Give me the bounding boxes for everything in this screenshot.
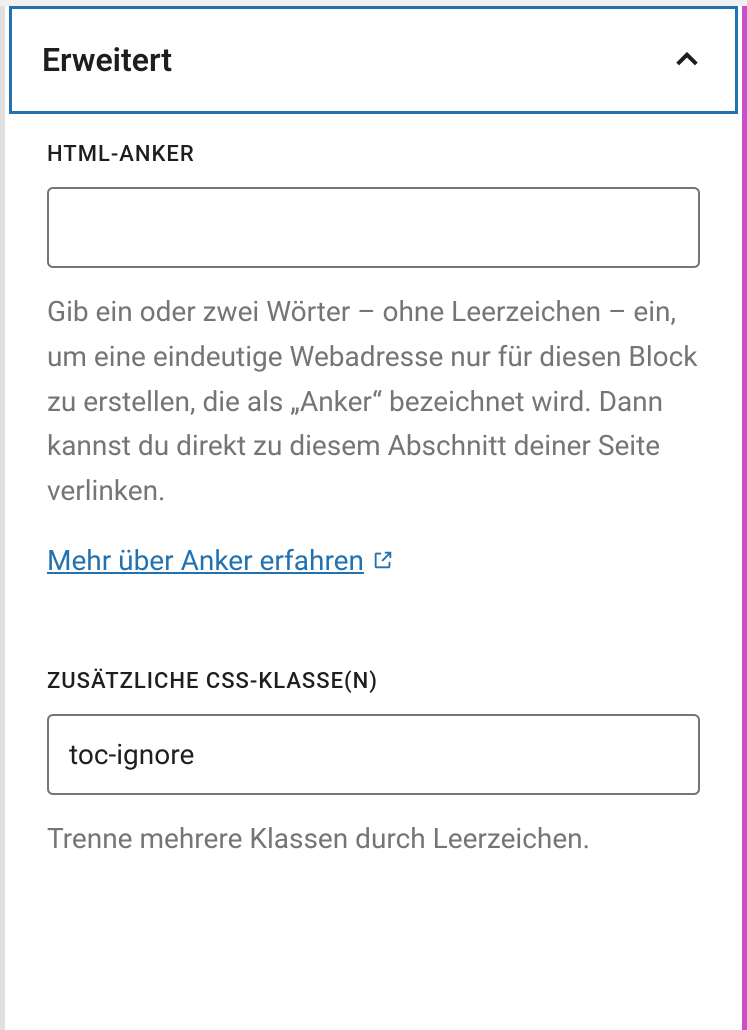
- anchor-help-text: Gib ein oder zwei Wörter – ohne Leerzeic…: [47, 290, 700, 514]
- css-help-text: Trenne mehrere Klassen durch Leerzeichen…: [47, 817, 700, 862]
- panel-header-toggle[interactable]: Erweitert: [9, 6, 738, 114]
- html-anchor-group: HTML-ANKER Gib ein oder zwei Wörter – oh…: [47, 142, 700, 633]
- link-text: Mehr über Anker erfahren: [47, 544, 364, 577]
- chevron-up-icon: [669, 42, 705, 78]
- external-link-icon: [372, 549, 394, 571]
- anchor-learn-more-link[interactable]: Mehr über Anker erfahren: [47, 544, 394, 577]
- advanced-panel: Erweitert HTML-ANKER Gib ein oder zwei W…: [0, 6, 747, 1030]
- anchor-input[interactable]: [47, 187, 700, 268]
- css-classes-group: ZUSÄTZLICHE CSS-KLASSE(N) Trenne mehrere…: [47, 669, 700, 862]
- panel-title: Erweitert: [42, 41, 172, 79]
- panel-body: HTML-ANKER Gib ein oder zwei Wörter – oh…: [5, 114, 742, 918]
- css-label: ZUSÄTZLICHE CSS-KLASSE(N): [47, 669, 700, 694]
- css-input[interactable]: [47, 714, 700, 795]
- anchor-label: HTML-ANKER: [47, 142, 700, 167]
